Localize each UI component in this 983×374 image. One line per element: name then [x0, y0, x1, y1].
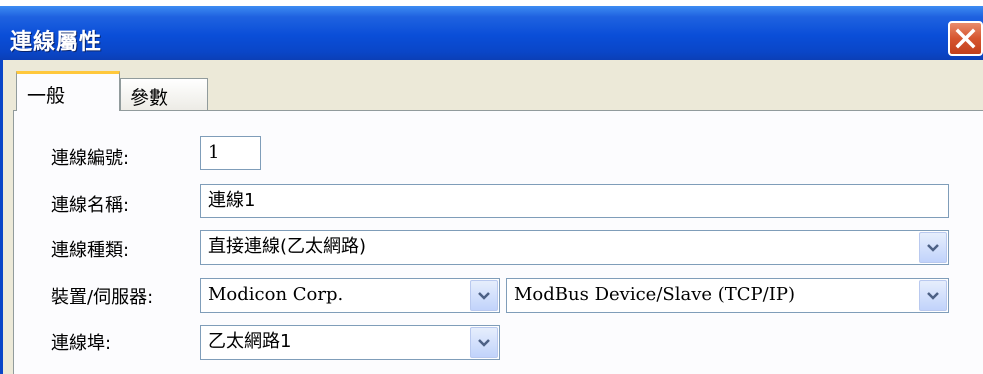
link-number-label: 連線編號:	[51, 148, 130, 169]
device-vendor-value: Modicon Corp.	[208, 284, 344, 305]
link-type-select[interactable]: 直接連線(乙太網路)	[200, 230, 949, 265]
device-model-value: ModBus Device/Slave (TCP/IP)	[514, 284, 795, 305]
dialog-body: 一般 參數 連線編號: 1 連線名稱: 連線1 連線種類: 直接連線(乙太網路)…	[0, 60, 983, 374]
link-name-label: 連線名稱:	[51, 195, 130, 216]
link-number-field[interactable]: 1	[200, 136, 261, 170]
tab-parameters[interactable]: 參數	[120, 78, 208, 111]
tab-label: 參數	[130, 87, 169, 109]
link-name-value: 連線1	[208, 190, 256, 211]
link-port-value: 乙太網路1	[208, 331, 292, 352]
close-button[interactable]	[948, 21, 983, 56]
device-vendor-select[interactable]: Modicon Corp.	[200, 278, 500, 313]
link-type-dropdown-button[interactable]	[919, 232, 947, 263]
device-model-select[interactable]: ModBus Device/Slave (TCP/IP)	[506, 278, 949, 313]
chevron-down-icon	[478, 292, 490, 300]
tab-general[interactable]: 一般	[16, 71, 120, 111]
link-type-label: 連線種類:	[51, 240, 130, 261]
link-port-select[interactable]: 乙太網路1	[200, 325, 500, 360]
chevron-down-icon	[478, 339, 490, 347]
link-port-label: 連線埠:	[51, 333, 112, 354]
link-number-value: 1	[208, 142, 220, 163]
link-name-field[interactable]: 連線1	[200, 184, 949, 218]
window-title: 連線屬性	[10, 30, 103, 55]
tab-label: 一般	[27, 85, 66, 107]
chevron-down-icon	[927, 244, 939, 252]
device-model-dropdown-button[interactable]	[919, 280, 947, 311]
close-icon	[955, 28, 976, 49]
link-type-value: 直接連線(乙太網路)	[208, 236, 367, 257]
link-port-dropdown-button[interactable]	[470, 327, 498, 358]
chevron-down-icon	[927, 292, 939, 300]
device-vendor-dropdown-button[interactable]	[470, 280, 498, 311]
device-label: 裝置/伺服器:	[51, 287, 154, 308]
title-bar[interactable]: 連線屬性	[0, 0, 983, 60]
